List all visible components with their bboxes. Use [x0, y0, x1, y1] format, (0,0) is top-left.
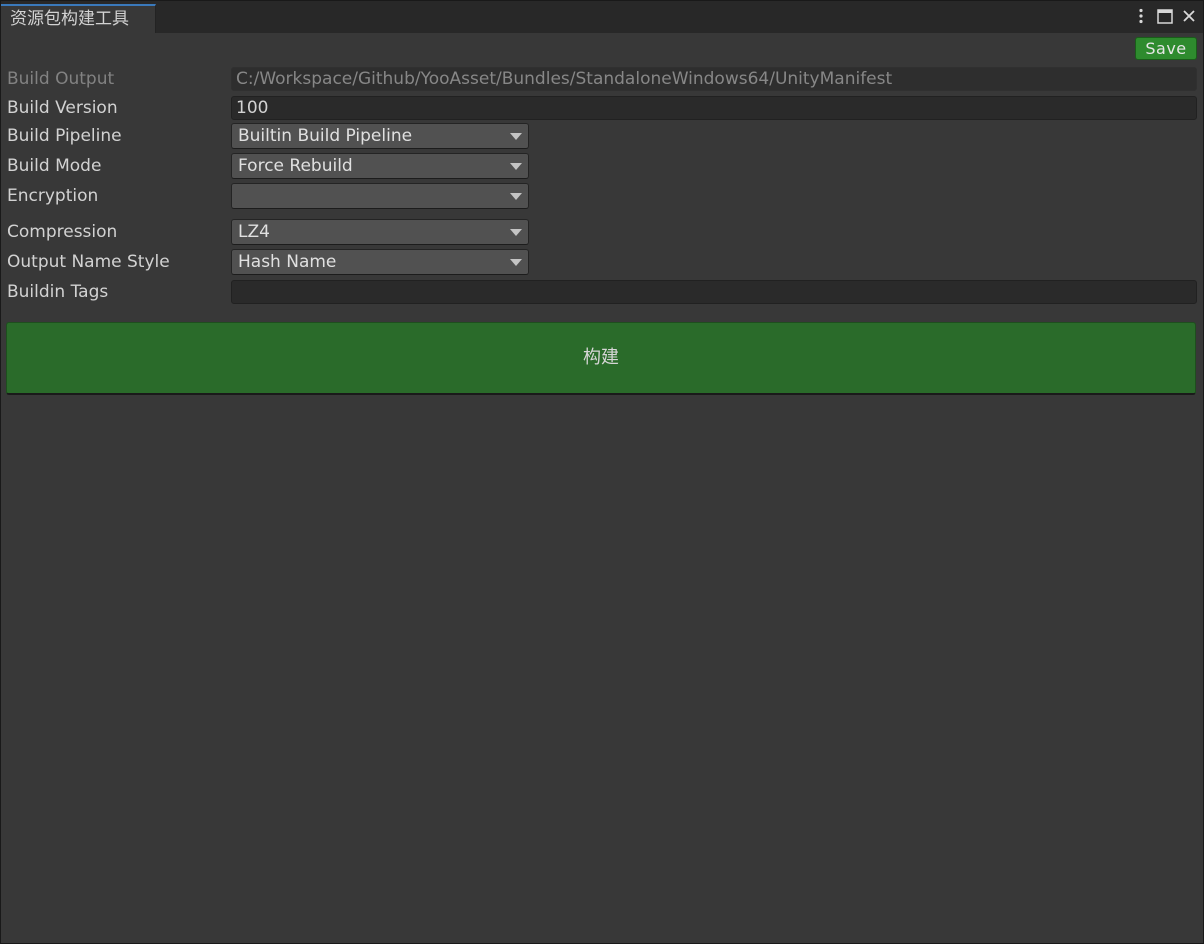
build-pipeline-dropdown[interactable]: Builtin Build Pipeline	[231, 123, 529, 149]
dropdown-arrow-icon	[510, 133, 522, 140]
compression-row: Compression LZ4	[7, 219, 1197, 245]
compression-dropdown[interactable]: LZ4	[231, 219, 529, 245]
compression-value: LZ4	[238, 222, 270, 242]
build-pipeline-value: Builtin Build Pipeline	[238, 126, 413, 146]
tab-bar: 资源包构建工具	[1, 1, 1203, 33]
build-output-label: Build Output	[7, 69, 115, 89]
build-version-row: Build Version 100	[7, 95, 1197, 121]
output-name-style-label: Output Name Style	[7, 252, 170, 272]
asset-bundle-builder-window: 资源包构建工具 Save Build Output C:/Workspace/G…	[1, 1, 1203, 943]
buildin-tags-row: Buildin Tags	[7, 279, 1197, 305]
build-pipeline-row: Build Pipeline Builtin Build Pipeline	[7, 123, 1197, 149]
build-mode-value: Force Rebuild	[238, 156, 353, 176]
build-pipeline-label: Build Pipeline	[7, 126, 122, 146]
build-output-row: Build Output C:/Workspace/Github/YooAsse…	[7, 66, 1197, 92]
dropdown-arrow-icon	[510, 163, 522, 170]
encryption-dropdown[interactable]	[231, 183, 529, 209]
build-mode-label: Build Mode	[7, 156, 102, 176]
dropdown-arrow-icon	[510, 259, 522, 266]
build-output-field: C:/Workspace/Github/YooAsset/Bundles/Sta…	[231, 67, 1197, 91]
output-name-style-row: Output Name Style Hash Name	[7, 249, 1197, 275]
build-mode-dropdown[interactable]: Force Rebuild	[231, 153, 529, 179]
buildin-tags-field[interactable]	[231, 280, 1197, 304]
dropdown-arrow-icon	[510, 229, 522, 236]
build-button[interactable]: 构建	[6, 322, 1196, 395]
dropdown-arrow-icon	[510, 193, 522, 200]
more-options-icon[interactable]	[1133, 6, 1149, 26]
output-name-style-value: Hash Name	[238, 252, 337, 272]
maximize-icon[interactable]	[1157, 6, 1173, 26]
window-controls	[1133, 6, 1197, 26]
output-name-style-dropdown[interactable]: Hash Name	[231, 249, 529, 275]
build-version-field[interactable]: 100	[231, 96, 1197, 120]
compression-label: Compression	[7, 222, 118, 242]
toolbar: Save	[1, 33, 1203, 63]
close-icon[interactable]	[1181, 6, 1197, 26]
buildin-tags-label: Buildin Tags	[7, 282, 109, 302]
build-version-label: Build Version	[7, 98, 118, 118]
save-button[interactable]: Save	[1135, 37, 1197, 60]
tab-asset-bundle-builder[interactable]: 资源包构建工具	[1, 4, 156, 33]
encryption-row: Encryption	[7, 183, 1197, 209]
encryption-label: Encryption	[7, 186, 99, 206]
build-mode-row: Build Mode Force Rebuild	[7, 153, 1197, 179]
